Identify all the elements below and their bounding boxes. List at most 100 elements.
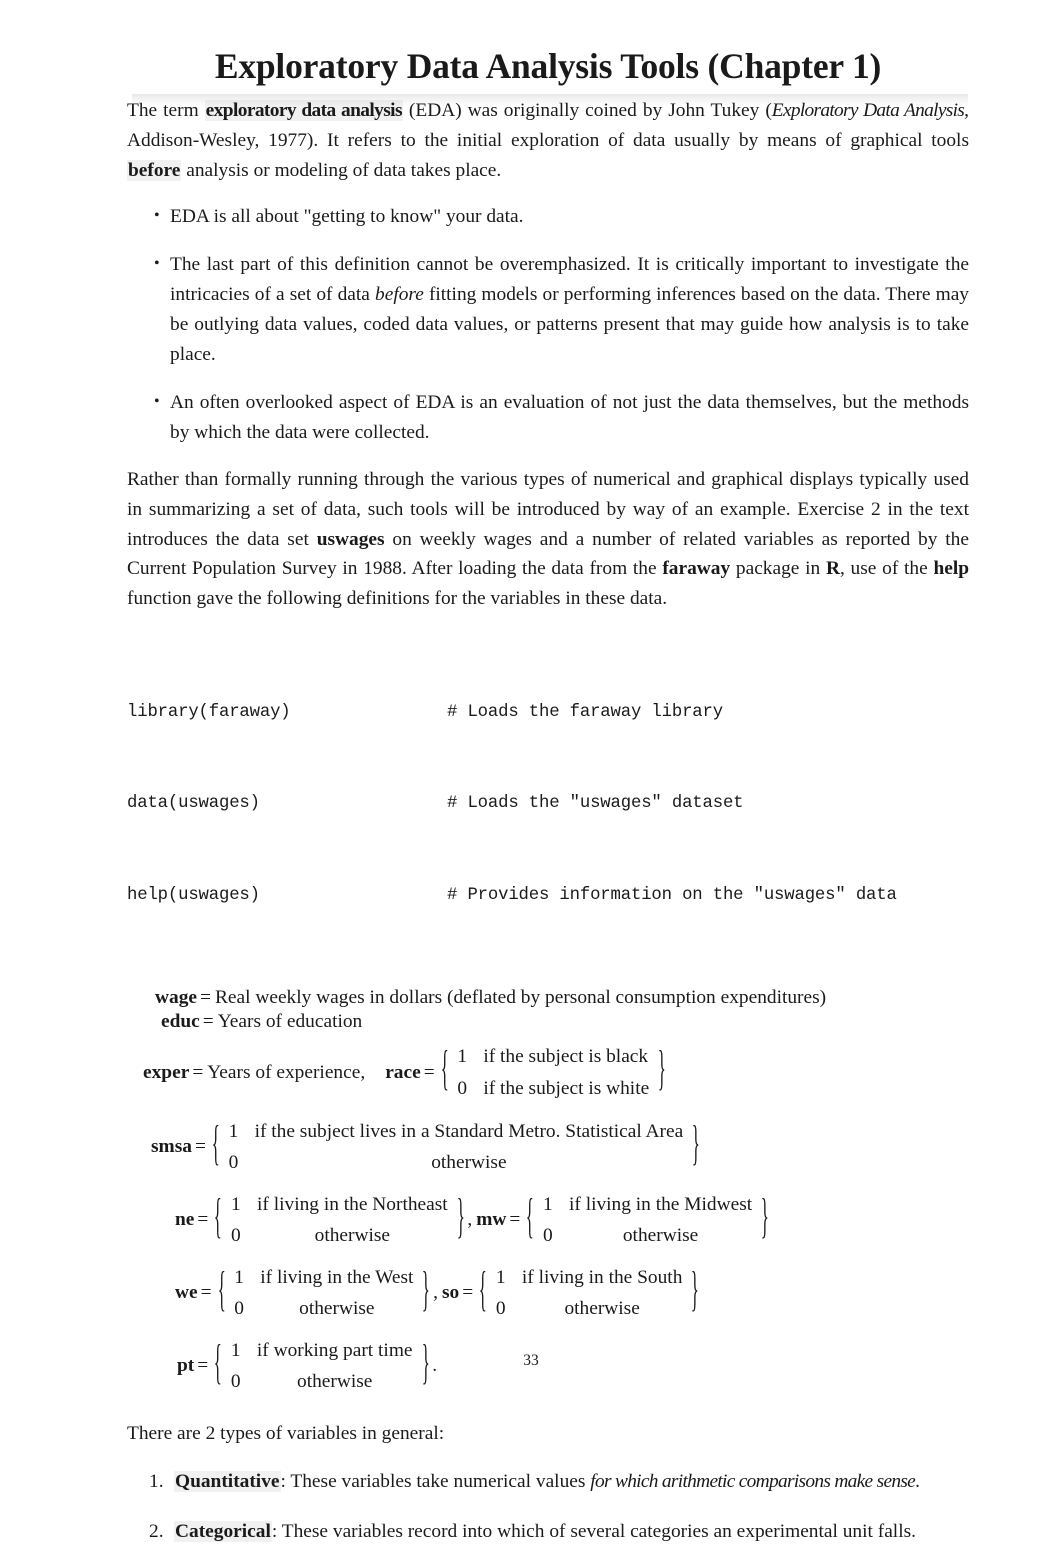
case-value: 0: [457, 1077, 468, 1099]
type-text-a: : These variables take numerical values: [280, 1471, 591, 1493]
cases-race: { 1 if the subject is black 0 if the subje…: [439, 1041, 668, 1104]
page-content: Exploratory Data Analysis Tools (Chapter…: [127, 46, 969, 1567]
term-eda: exploratory data analysis: [204, 99, 403, 121]
variable-name: race: [385, 1061, 421, 1083]
variable-types-list: 1. Quantitative: These variables take nu…: [127, 1467, 969, 1547]
help-function-name: help: [933, 558, 970, 580]
case-text: otherwise: [297, 1371, 373, 1393]
case-row: 1 if living in the Northeast: [231, 1189, 448, 1220]
dataset-name: uswages: [316, 528, 385, 550]
type-term-quantitative: Quantitative: [174, 1471, 281, 1493]
case-text: if living in the West: [260, 1266, 414, 1288]
emph-before: before: [127, 159, 182, 181]
case-text: if the subject is white: [483, 1077, 650, 1099]
case-value: 1: [457, 1046, 468, 1068]
emph-before: before: [375, 283, 424, 305]
case-text: otherwise: [314, 1225, 391, 1247]
case-row: 1 if the subject lives in a Standard Metr…: [229, 1116, 684, 1147]
code-comment: # Loads the faraway library: [447, 702, 723, 722]
equals-sign: =: [462, 1282, 474, 1304]
case-value: 1: [543, 1193, 553, 1215]
types-intro-paragraph: There are 2 types of variables in genera…: [127, 1423, 445, 1445]
case-value: 0: [543, 1225, 553, 1247]
variable-row-ne-mw: ne = { 1 if living in the Northeast 0 othe…: [175, 1189, 969, 1252]
document-page: Exploratory Data Analysis Tools (Chapter…: [0, 0, 1062, 1543]
cases-ne: { 1 if living in the Northeast 0 otherwise…: [212, 1189, 466, 1252]
case-row: 0 otherwise: [229, 1147, 684, 1178]
para2-text-d: , use of the: [839, 558, 934, 580]
bullet-icon: •: [154, 392, 160, 410]
case-value: 1: [495, 1266, 506, 1288]
left-brace-icon: {: [214, 1192, 223, 1245]
case-text-wrap: otherwise: [569, 1220, 752, 1251]
cases-body: 1 if the subject lives in a Standard Metr…: [229, 1116, 684, 1179]
eda-bullet-list: • EDA is all about "getting to know" you…: [127, 202, 969, 448]
equals-sign: =: [197, 1209, 209, 1231]
left-brace-icon: {: [478, 1265, 488, 1318]
variable-description: Years of experience,: [207, 1061, 366, 1083]
cases-mw: { 1 if living in the Midwest 0 otherwise }: [524, 1189, 771, 1252]
para2-text-c: package in: [730, 558, 826, 580]
variable-name: mw: [476, 1209, 507, 1231]
code-line: help(uswages) # Provides information on t…: [127, 881, 969, 912]
case-row: 1 if living in the West: [234, 1262, 413, 1293]
case-value: 1: [228, 1120, 239, 1142]
variable-description: Years of education: [217, 1011, 363, 1033]
language-name: R: [825, 558, 840, 580]
case-value: 0: [230, 1371, 241, 1393]
list-marker: 1.: [149, 1471, 164, 1493]
case-text: otherwise: [299, 1298, 375, 1320]
variable-row-we-so: we = { 1 if living in the West 0 otherwise…: [175, 1262, 969, 1325]
case-row: 1 if the subject is black: [457, 1041, 649, 1072]
intro-text-b: (EDA) was originally coined by John Tuke…: [402, 99, 772, 121]
intro-paragraph: The term exploratory data analysis (EDA)…: [127, 96, 969, 186]
equals-sign: =: [194, 1136, 206, 1158]
cases-body: 1 if living in the South 0 otherwise: [496, 1262, 683, 1325]
list-item: 2. Categorical: These variables record i…: [127, 1517, 969, 1547]
case-value: 1: [234, 1266, 244, 1288]
case-row: 1 if living in the Midwest: [543, 1189, 752, 1220]
para2-text-e: function gave the following definitions …: [127, 588, 668, 610]
right-brace-icon: }: [658, 1044, 667, 1097]
equals-sign: =: [509, 1209, 521, 1231]
cases-body: 1 if the subject is black 0 if the subject…: [457, 1041, 649, 1104]
intro-text-d: analysis or modeling of data takes place…: [181, 159, 502, 181]
variable-definitions: wage = Real weekly wages in dollars (def…: [127, 987, 969, 1397]
bullet-icon: •: [154, 254, 160, 272]
equals-sign: =: [192, 1061, 204, 1083]
case-row: 0 otherwise: [234, 1293, 413, 1324]
right-brace-icon: }: [691, 1265, 700, 1318]
separator-comma: ,: [433, 1282, 438, 1304]
variable-name: so: [442, 1282, 460, 1304]
case-text-wrap: otherwise: [255, 1147, 684, 1178]
list-item: 1. Quantitative: These variables take nu…: [127, 1467, 969, 1497]
right-brace-icon: }: [456, 1192, 465, 1245]
separator-comma: ,: [467, 1209, 473, 1231]
right-brace-icon: }: [422, 1265, 431, 1318]
case-text-wrap: otherwise: [257, 1366, 413, 1397]
case-text: if living in the Northeast: [257, 1193, 448, 1215]
code-line: library(faraway) # Loads the faraway libr…: [127, 698, 969, 729]
variable-name: wage: [155, 987, 198, 1009]
bullet-icon: •: [154, 206, 160, 224]
variable-row-educ: educ = Years of education: [161, 1011, 969, 1033]
type-text-a: : These variables record into which of s…: [271, 1521, 916, 1543]
case-row: 0 otherwise: [543, 1220, 752, 1251]
case-text-wrap: otherwise: [260, 1293, 413, 1324]
variable-name: ne: [175, 1209, 195, 1231]
book-title: Exploratory Data Analysis: [771, 99, 965, 121]
case-text: otherwise: [622, 1225, 699, 1247]
right-brace-icon: }: [692, 1119, 701, 1172]
code-comment: # Provides information on the "uswages" …: [447, 886, 897, 906]
case-text-wrap: otherwise: [522, 1293, 683, 1324]
variable-row-wage: wage = Real weekly wages in dollars (def…: [155, 987, 969, 1009]
left-brace-icon: {: [526, 1192, 535, 1245]
right-brace-icon: }: [760, 1192, 770, 1245]
case-text: if the subject lives in a Standard Metro…: [254, 1120, 684, 1142]
equals-sign: =: [423, 1061, 435, 1083]
variable-name: we: [175, 1282, 198, 1304]
variable-name: exper: [143, 1061, 190, 1083]
variable-row-smsa: smsa = { 1 if the subject lives in a Stan…: [151, 1116, 969, 1179]
type-emphasis: for which arithmetic comparisons make se…: [590, 1471, 916, 1493]
list-item: • An often overlooked aspect of EDA is a…: [127, 388, 969, 448]
